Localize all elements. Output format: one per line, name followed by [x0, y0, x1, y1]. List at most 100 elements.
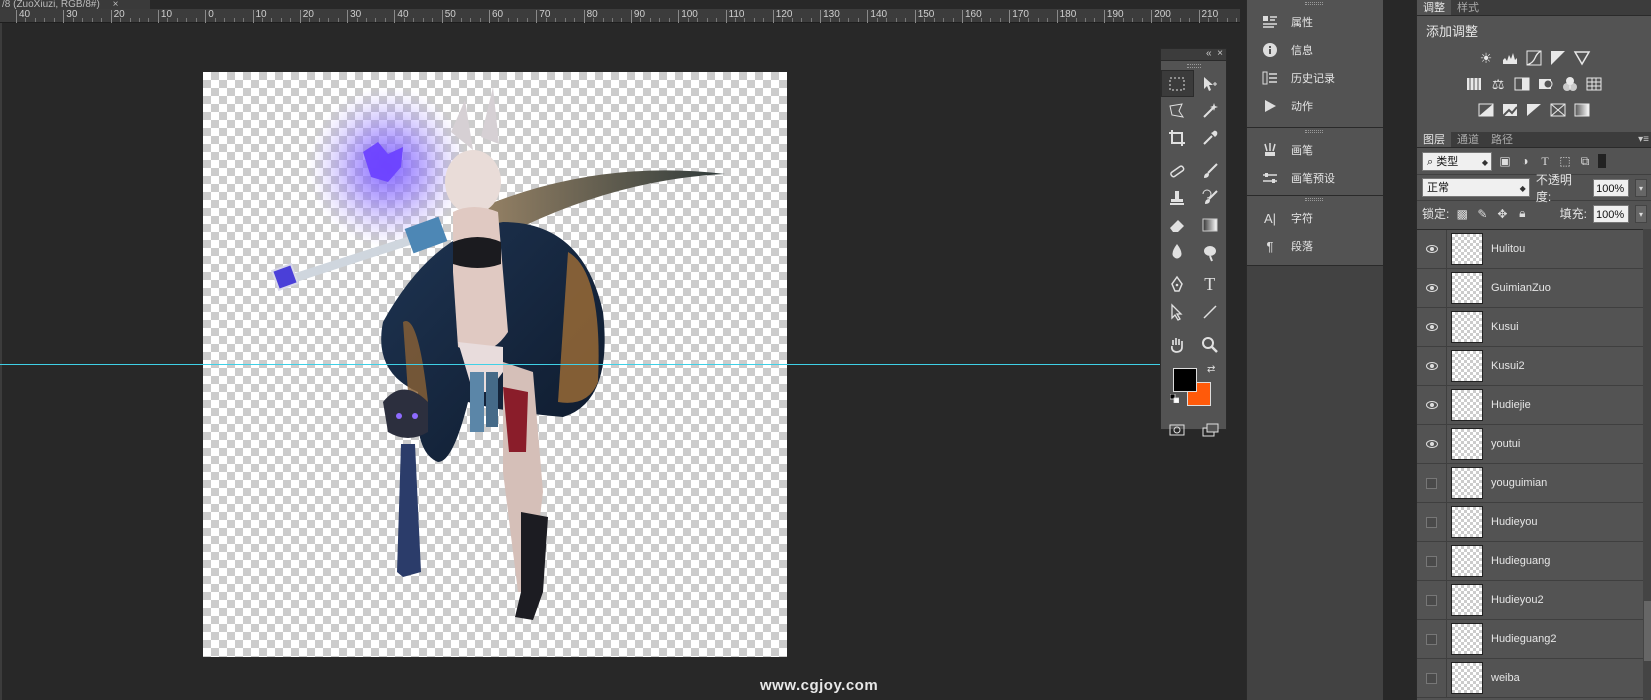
- hue-saturation-icon[interactable]: [1465, 75, 1483, 93]
- history-brush-icon[interactable]: [1194, 184, 1227, 211]
- layer-row[interactable]: Hudieguang2: [1417, 619, 1643, 659]
- layer-thumbnail[interactable]: [1451, 545, 1483, 577]
- layer-row[interactable]: youguimian: [1417, 463, 1643, 503]
- visibility-toggle[interactable]: [1417, 346, 1447, 386]
- threshold-icon[interactable]: [1525, 101, 1543, 119]
- layer-row[interactable]: Kusui2: [1417, 346, 1643, 386]
- layer-row[interactable]: Hudieyou2: [1417, 580, 1643, 620]
- lock-all-icon[interactable]: 🔒︎: [1515, 206, 1529, 221]
- horizontal-ruler[interactable]: 40 30 20 10 0 10 20 30 40 50 60 70 80 90 100 110 120 130 1…: [0, 9, 1240, 23]
- layer-row[interactable]: GuimianZuo: [1417, 268, 1643, 308]
- filter-smart-object-icon[interactable]: ⧉: [1578, 154, 1592, 168]
- layer-row[interactable]: weiba: [1417, 658, 1643, 698]
- blur-icon[interactable]: [1161, 238, 1194, 265]
- layer-row[interactable]: Hulitou: [1417, 230, 1643, 269]
- lock-image-icon[interactable]: ✎: [1475, 207, 1489, 221]
- eraser-icon[interactable]: [1161, 211, 1194, 238]
- opacity-arrow-icon[interactable]: ▾: [1635, 178, 1648, 197]
- canvas-area[interactable]: /8 (ZuoXiuzi, RGB/8#) × 40 30 20 10 0 10 20 30 4…: [0, 0, 1240, 700]
- layer-thumbnail[interactable]: [1451, 584, 1483, 616]
- pen-icon[interactable]: [1161, 271, 1194, 298]
- layer-thumbnail[interactable]: [1451, 467, 1483, 499]
- fill-input[interactable]: 100%: [1593, 204, 1629, 223]
- filter-type-icon[interactable]: T: [1538, 154, 1552, 168]
- zoom-icon[interactable]: [1194, 331, 1227, 358]
- magic-wand-icon[interactable]: [1194, 97, 1227, 124]
- path-selection-icon[interactable]: [1161, 298, 1194, 325]
- actions-panel-button[interactable]: 动作: [1247, 92, 1383, 120]
- color-balance-icon[interactable]: ⚖: [1489, 75, 1507, 93]
- layer-row[interactable]: Hudiejie: [1417, 385, 1643, 425]
- filter-pixel-icon[interactable]: ▣: [1498, 154, 1512, 168]
- tab-paths[interactable]: 路径: [1485, 132, 1519, 147]
- photo-filter-icon[interactable]: [1537, 75, 1555, 93]
- gradient-map-icon[interactable]: [1573, 101, 1591, 119]
- quick-mask-icon[interactable]: [1161, 416, 1194, 443]
- crop-icon[interactable]: [1161, 124, 1194, 151]
- layer-scrollbar[interactable]: [1643, 229, 1651, 700]
- panel-menu-icon[interactable]: ▾≡: [1638, 132, 1649, 148]
- dodge-icon[interactable]: [1194, 238, 1227, 265]
- opacity-input[interactable]: 100%: [1593, 178, 1630, 197]
- black-white-icon[interactable]: [1513, 75, 1531, 93]
- line-icon[interactable]: [1194, 298, 1227, 325]
- fill-arrow-icon[interactable]: ▾: [1635, 204, 1647, 223]
- layer-thumbnail[interactable]: [1451, 233, 1483, 265]
- brush-icon[interactable]: [1194, 157, 1227, 184]
- visibility-toggle[interactable]: [1417, 463, 1447, 503]
- layer-name[interactable]: Hudieyou2: [1491, 594, 1544, 606]
- layer-name[interactable]: weiba: [1491, 672, 1520, 684]
- brush-presets-panel-button[interactable]: 画笔预设: [1247, 164, 1383, 192]
- layer-name[interactable]: Hudieguang2: [1491, 633, 1556, 645]
- layer-name[interactable]: Hudieguang: [1491, 555, 1550, 567]
- visibility-toggle[interactable]: [1417, 230, 1447, 269]
- filter-shape-icon[interactable]: ⬚: [1558, 154, 1572, 168]
- color-lookup-icon[interactable]: [1585, 75, 1603, 93]
- layer-row[interactable]: youtui: [1417, 424, 1643, 464]
- vertical-ruler[interactable]: [0, 23, 2, 700]
- layer-thumbnail[interactable]: [1451, 428, 1483, 460]
- tab-channels[interactable]: 通道: [1451, 132, 1485, 147]
- brush-panel-button[interactable]: 画笔: [1247, 136, 1383, 164]
- layer-name[interactable]: GuimianZuo: [1491, 282, 1551, 294]
- visibility-toggle[interactable]: [1417, 619, 1447, 659]
- rectangular-marquee-icon[interactable]: [1161, 70, 1194, 97]
- visibility-toggle[interactable]: [1417, 307, 1447, 347]
- character-panel-button[interactable]: A| 字符: [1247, 204, 1383, 232]
- visibility-toggle[interactable]: [1417, 541, 1447, 581]
- visibility-toggle[interactable]: [1417, 424, 1447, 464]
- layer-thumbnail[interactable]: [1451, 311, 1483, 343]
- document-close-icon[interactable]: ×: [113, 0, 119, 9]
- close-icon[interactable]: ×: [1217, 48, 1223, 59]
- history-panel-button[interactable]: 历史记录: [1247, 64, 1383, 92]
- collapse-icon[interactable]: «: [1206, 48, 1212, 59]
- visibility-toggle[interactable]: [1417, 658, 1447, 698]
- layer-name[interactable]: Hudiejie: [1491, 399, 1531, 411]
- tab-layers[interactable]: 图层: [1417, 132, 1451, 147]
- levels-icon[interactable]: [1501, 49, 1519, 67]
- brightness-contrast-icon[interactable]: ☀: [1477, 49, 1495, 67]
- layer-thumbnail[interactable]: [1451, 350, 1483, 382]
- tab-adjustments[interactable]: 调整: [1417, 0, 1451, 15]
- visibility-toggle[interactable]: [1417, 502, 1447, 542]
- layer-thumbnail[interactable]: [1451, 389, 1483, 421]
- channel-mixer-icon[interactable]: [1561, 75, 1579, 93]
- screen-mode-icon[interactable]: [1194, 416, 1227, 443]
- foreground-color-swatch[interactable]: [1173, 368, 1197, 392]
- eyedropper-icon[interactable]: [1194, 124, 1227, 151]
- default-colors-icon[interactable]: [1170, 394, 1179, 403]
- layer-thumbnail[interactable]: [1451, 623, 1483, 655]
- tools-grip[interactable]: [1161, 61, 1226, 70]
- layer-name[interactable]: Hudieyou: [1491, 516, 1537, 528]
- posterize-icon[interactable]: [1501, 101, 1519, 119]
- healing-brush-icon[interactable]: [1161, 157, 1194, 184]
- layer-thumbnail[interactable]: [1451, 662, 1483, 694]
- move-icon[interactable]: [1194, 70, 1227, 97]
- layer-row[interactable]: Kusui: [1417, 307, 1643, 347]
- layer-name[interactable]: Kusui2: [1491, 360, 1525, 372]
- layer-name[interactable]: youtui: [1491, 438, 1520, 450]
- swap-colors-icon[interactable]: ⇄: [1207, 364, 1215, 375]
- layer-name[interactable]: youguimian: [1491, 477, 1547, 489]
- lock-transparent-icon[interactable]: ▩: [1455, 207, 1469, 221]
- horizontal-guide[interactable]: [0, 364, 1160, 365]
